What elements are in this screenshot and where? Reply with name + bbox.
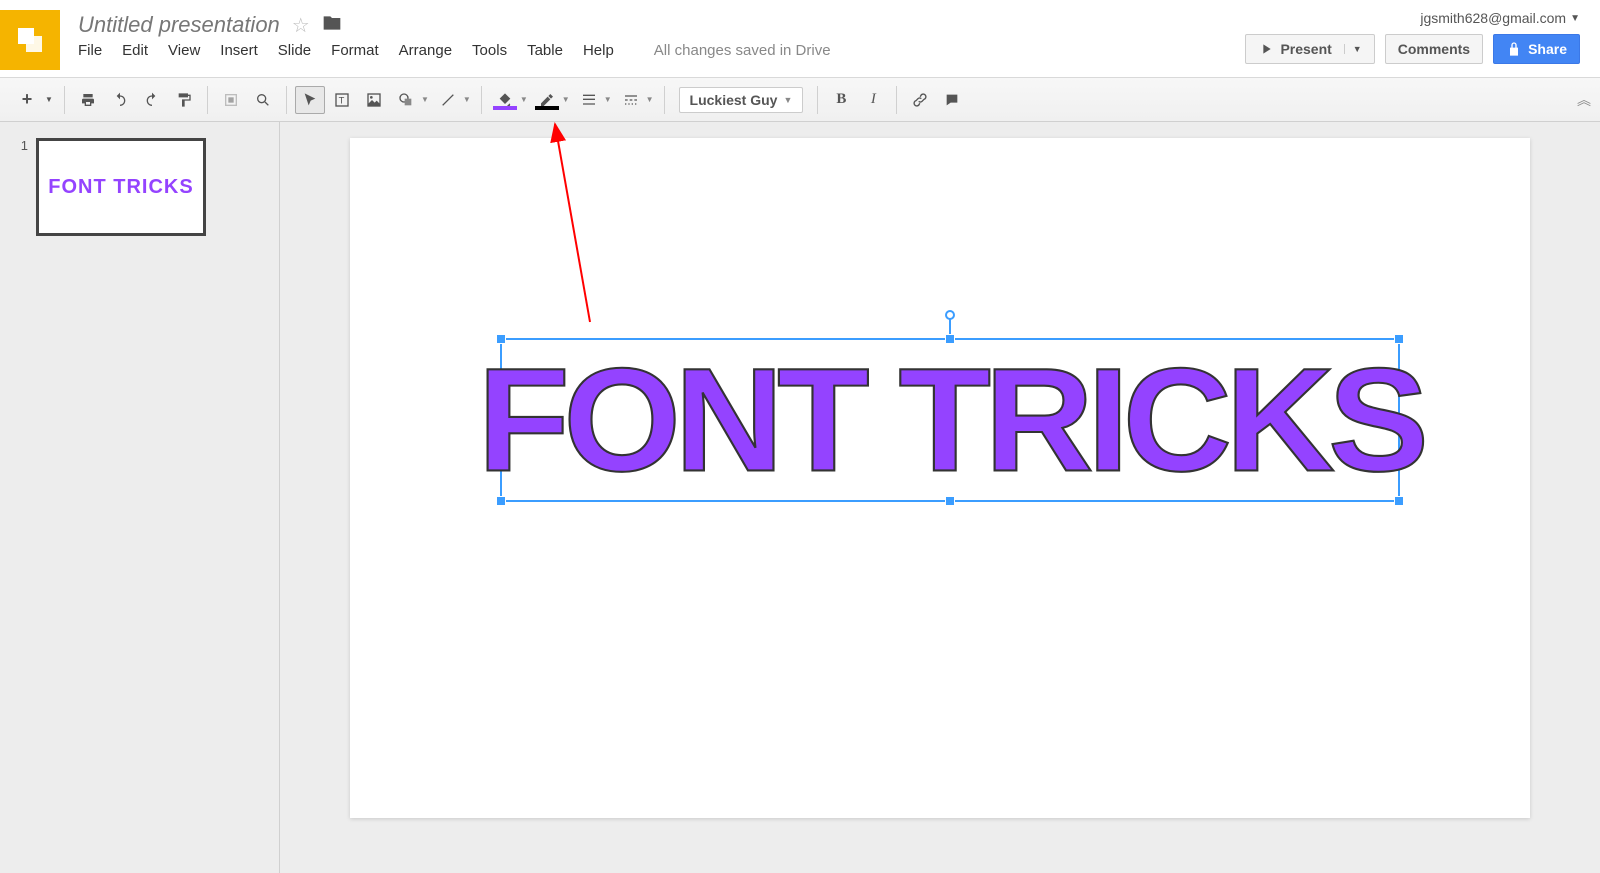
svg-text:T: T [339, 95, 345, 105]
folder-icon[interactable] [322, 13, 342, 38]
print-button[interactable] [73, 86, 103, 114]
menu-file[interactable]: File [78, 42, 102, 59]
canvas-area[interactable]: FONT TRICKS [280, 122, 1600, 873]
menu-insert[interactable]: Insert [220, 42, 258, 59]
bold-button[interactable]: B [826, 86, 856, 114]
slides-logo[interactable] [0, 10, 60, 70]
document-title[interactable]: Untitled presentation [78, 12, 280, 38]
comment-button[interactable] [937, 86, 967, 114]
textbox-tool[interactable]: T [327, 86, 357, 114]
slide-canvas[interactable]: FONT TRICKS [350, 138, 1530, 818]
paint-format-button[interactable] [169, 86, 199, 114]
share-button[interactable]: Share [1493, 34, 1580, 64]
save-status: All changes saved in Drive [654, 42, 831, 59]
menu-format[interactable]: Format [331, 42, 379, 59]
menu-view[interactable]: View [168, 42, 200, 59]
toolbar: + ▼ T ▼ ▼ ▼ ▼ ▼ ▼ [0, 78, 1600, 122]
header-right: jgsmith628@gmail.com ▼ Present ▼ Comment… [1245, 10, 1580, 64]
slide-panel: 1 FONT TRICKS [0, 122, 280, 873]
titlebar: Untitled presentation ☆ File Edit View I… [78, 10, 1245, 59]
slide-number: 1 [16, 138, 28, 236]
caret-down-icon: ▼ [1570, 13, 1580, 24]
link-button[interactable] [905, 86, 935, 114]
slide-thumbnail[interactable]: FONT TRICKS [36, 138, 206, 236]
workspace: 1 FONT TRICKS FONT TRICKS [0, 122, 1600, 873]
collapse-toolbar-icon[interactable]: ︽ [1577, 90, 1588, 110]
slide-thumb-text: FONT TRICKS [48, 176, 193, 199]
present-dropdown[interactable]: ▼ [1344, 44, 1362, 54]
app-header: Untitled presentation ☆ File Edit View I… [0, 0, 1600, 78]
line-dash-button[interactable] [616, 86, 646, 114]
line-dash-dropdown[interactable]: ▼ [644, 95, 656, 104]
italic-button[interactable]: I [858, 86, 888, 114]
line-weight-dropdown[interactable]: ▼ [602, 95, 614, 104]
menu-arrange[interactable]: Arrange [399, 42, 452, 59]
present-button[interactable]: Present ▼ [1245, 34, 1374, 64]
select-tool[interactable] [295, 86, 325, 114]
menu-slide[interactable]: Slide [278, 42, 311, 59]
menu-table[interactable]: Table [527, 42, 563, 59]
line-dropdown[interactable]: ▼ [461, 95, 473, 104]
selected-text-box[interactable]: FONT TRICKS [500, 338, 1400, 502]
menu-help[interactable]: Help [583, 42, 614, 59]
redo-button[interactable] [137, 86, 167, 114]
new-slide-button[interactable]: + [12, 86, 42, 114]
shape-dropdown[interactable]: ▼ [419, 95, 431, 104]
rotate-handle[interactable] [945, 310, 955, 320]
menu-bar: File Edit View Insert Slide Format Arran… [78, 42, 1245, 59]
slide-main-text[interactable]: FONT TRICKS [466, 336, 1434, 504]
new-slide-dropdown[interactable]: ▼ [42, 86, 56, 114]
star-icon[interactable]: ☆ [292, 13, 310, 38]
image-tool[interactable] [359, 86, 389, 114]
comments-button[interactable]: Comments [1385, 34, 1483, 64]
line-color-button[interactable] [532, 86, 562, 114]
menu-tools[interactable]: Tools [472, 42, 507, 59]
undo-button[interactable] [105, 86, 135, 114]
line-tool[interactable] [433, 86, 463, 114]
shape-tool[interactable] [391, 86, 421, 114]
user-account[interactable]: jgsmith628@gmail.com ▼ [1420, 10, 1580, 26]
font-family-selector[interactable]: Luckiest Guy ▼ [679, 87, 804, 113]
zoom-button[interactable] [248, 86, 278, 114]
fit-button[interactable] [216, 86, 246, 114]
menu-edit[interactable]: Edit [122, 42, 148, 59]
fill-color-button[interactable] [490, 86, 520, 114]
line-weight-button[interactable] [574, 86, 604, 114]
